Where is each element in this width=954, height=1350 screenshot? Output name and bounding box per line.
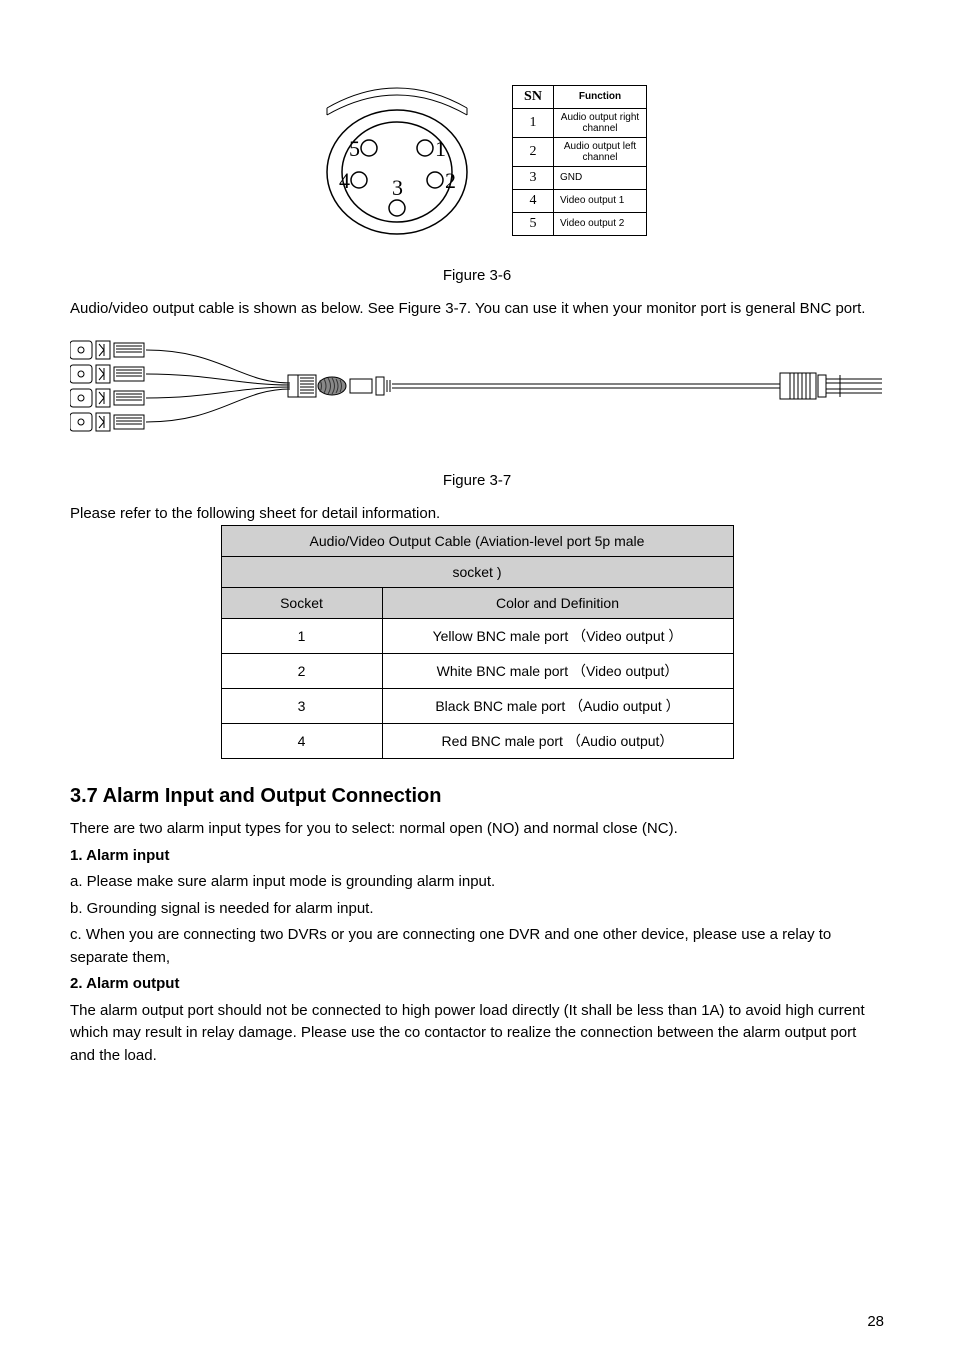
table-title-2: socket ) <box>221 557 733 588</box>
pin-label-2: 2 <box>445 168 456 193</box>
function-header: Function <box>554 85 647 108</box>
subheading-alarm-input: 1. Alarm input <box>70 845 884 868</box>
figure-3-7-caption: Figure 3-7 <box>70 472 884 489</box>
cable-diagram <box>70 335 884 445</box>
pin-label-4: 4 <box>339 168 350 193</box>
subheading-alarm-output: 2. Alarm output <box>70 973 884 996</box>
table-cell: 4 <box>221 724 382 759</box>
definition-header: Color and Definition <box>382 588 733 619</box>
table-cell: 4 <box>513 189 554 212</box>
table-cell: Video output 2 <box>554 212 647 235</box>
socket-header: Socket <box>221 588 382 619</box>
table-cell: Red BNC male port （Audio output） <box>382 724 733 759</box>
figure-3-7-wrap <box>70 335 884 450</box>
table-cell: 1 <box>221 619 382 654</box>
paragraph: There are two alarm input types for you … <box>70 818 884 841</box>
paragraph: Please refer to the following sheet for … <box>70 503 884 526</box>
paragraph: b. Grounding signal is needed for alarm … <box>70 898 884 921</box>
table-cell: 5 <box>513 212 554 235</box>
connector-diagram: 1 2 3 4 5 <box>307 80 487 240</box>
page-number: 28 <box>867 1313 884 1330</box>
table-cell: Video output 1 <box>554 189 647 212</box>
table-cell: 3 <box>221 689 382 724</box>
paragraph: The alarm output port should not be conn… <box>70 1000 884 1068</box>
table-cell: 2 <box>513 137 554 166</box>
figure-3-6-wrap: 1 2 3 4 5 SN Function 1Audio output righ… <box>70 80 884 245</box>
sn-header: SN <box>513 85 554 108</box>
table-cell: Audio output right channel <box>554 108 647 137</box>
table-cell: White BNC male port （Video output） <box>382 654 733 689</box>
pin-label-1: 1 <box>435 136 446 161</box>
table-cell: Audio output left channel <box>554 137 647 166</box>
table-cell: 1 <box>513 108 554 137</box>
figure-3-6-caption: Figure 3-6 <box>70 267 884 284</box>
table-cell: 3 <box>513 166 554 189</box>
table-cell: Black BNC male port （Audio output ） <box>382 689 733 724</box>
table-title-1: Audio/Video Output Cable (Aviation-level… <box>221 526 733 557</box>
pin-function-table: SN Function 1Audio output right channel … <box>512 85 647 236</box>
table-cell: GND <box>554 166 647 189</box>
paragraph: a. Please make sure alarm input mode is … <box>70 871 884 894</box>
table-cell: 2 <box>221 654 382 689</box>
pin-label-5: 5 <box>349 136 360 161</box>
section-heading: 3.7 Alarm Input and Output Connection <box>70 785 884 808</box>
paragraph: Audio/video output cable is shown as bel… <box>70 298 884 321</box>
pin-label-3: 3 <box>392 175 403 200</box>
table-cell: Yellow BNC male port （Video output ） <box>382 619 733 654</box>
reference-table: Audio/Video Output Cable (Aviation-level… <box>221 525 734 759</box>
paragraph: c. When you are connecting two DVRs or y… <box>70 924 884 969</box>
